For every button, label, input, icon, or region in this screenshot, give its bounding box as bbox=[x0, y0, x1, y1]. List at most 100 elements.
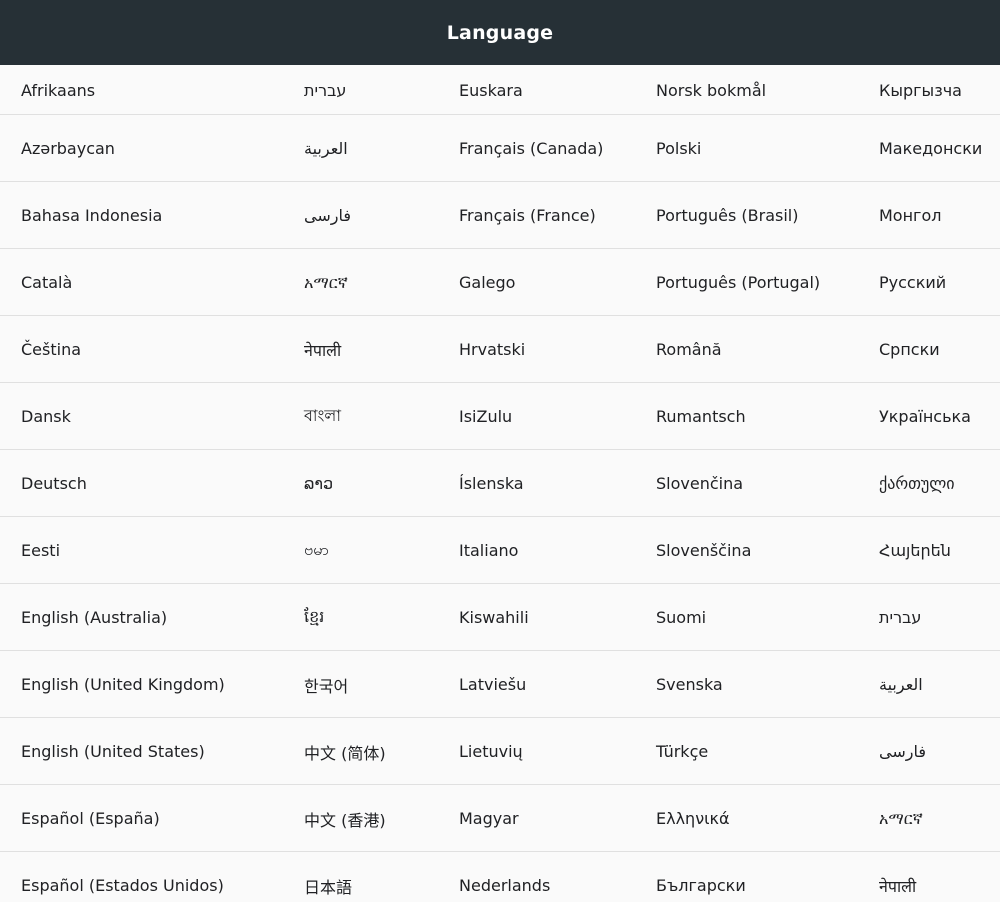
language-option[interactable]: Български bbox=[631, 852, 855, 902]
language-option[interactable]: Lietuvių bbox=[450, 718, 631, 785]
language-label: Српски bbox=[879, 340, 940, 359]
language-option[interactable]: Français (France) bbox=[450, 182, 631, 249]
language-row: Eesti ဗမာ Italiano Slovenščina Հայերեն bbox=[0, 517, 1000, 584]
language-label: עברית bbox=[304, 80, 347, 100]
language-label: العربية bbox=[304, 139, 348, 158]
language-option[interactable]: Русский bbox=[855, 249, 1000, 316]
language-option[interactable]: ქართული bbox=[855, 450, 1000, 517]
language-label: አማርኛ bbox=[304, 272, 348, 292]
language-option[interactable]: English (United Kingdom) bbox=[0, 651, 296, 718]
language-option[interactable]: Deutsch bbox=[0, 450, 296, 517]
language-option[interactable]: नेपाली bbox=[855, 852, 1000, 902]
language-option[interactable]: IsiZulu bbox=[450, 383, 631, 450]
language-option[interactable]: Español (España) bbox=[0, 785, 296, 852]
language-option[interactable]: Slovenčina bbox=[631, 450, 855, 517]
language-label: Rumantsch bbox=[656, 407, 746, 426]
language-option[interactable]: فارسی bbox=[855, 718, 1000, 785]
language-label: Português (Brasil) bbox=[656, 206, 799, 225]
language-label: Español (Estados Unidos) bbox=[21, 876, 224, 895]
language-option[interactable]: አማርኛ bbox=[855, 785, 1000, 852]
language-option[interactable]: Кыргызча bbox=[855, 65, 1000, 115]
language-option[interactable]: Suomi bbox=[631, 584, 855, 651]
language-label: Suomi bbox=[656, 608, 707, 627]
language-option[interactable]: Español (Estados Unidos) bbox=[0, 852, 296, 902]
language-label: Euskara bbox=[459, 80, 523, 100]
language-option[interactable]: Eesti bbox=[0, 517, 296, 584]
language-option[interactable]: বাংলা bbox=[296, 383, 450, 450]
language-option[interactable]: Македонски bbox=[855, 115, 1000, 182]
language-label: ລາວ bbox=[304, 474, 334, 493]
language-option[interactable]: Čeština bbox=[0, 316, 296, 383]
language-label: Hrvatski bbox=[459, 340, 526, 359]
language-label: Svenska bbox=[656, 675, 723, 694]
language-option[interactable]: עברית bbox=[296, 65, 450, 115]
language-option[interactable]: ဗမာ bbox=[296, 517, 450, 584]
language-option[interactable]: አማርኛ bbox=[296, 249, 450, 316]
language-option[interactable]: Српски bbox=[855, 316, 1000, 383]
language-row: English (United Kingdom) 한국어 Latviešu Svens… bbox=[0, 651, 1000, 718]
language-option[interactable]: Latviešu bbox=[450, 651, 631, 718]
language-option[interactable]: ລາວ bbox=[296, 450, 450, 517]
language-label: አማርኛ bbox=[879, 808, 923, 828]
language-option[interactable]: Français (Canada) bbox=[450, 115, 631, 182]
language-label: Dansk bbox=[21, 407, 71, 426]
language-option[interactable]: Norsk bokmål bbox=[631, 65, 855, 115]
language-row: Bahasa Indonesia فارسی Français (France) Po… bbox=[0, 182, 1000, 249]
language-option[interactable]: Kiswahili bbox=[450, 584, 631, 651]
language-option[interactable]: Bahasa Indonesia bbox=[0, 182, 296, 249]
language-label: Türkçe bbox=[656, 742, 709, 761]
language-option[interactable]: Հայերեն bbox=[855, 517, 1000, 584]
language-label: नेपाली bbox=[879, 876, 917, 896]
language-option[interactable]: Svenska bbox=[631, 651, 855, 718]
language-label: Slovenčina bbox=[656, 474, 744, 493]
language-option[interactable]: Galego bbox=[450, 249, 631, 316]
language-option[interactable]: Українська bbox=[855, 383, 1000, 450]
language-option[interactable]: English (United States) bbox=[0, 718, 296, 785]
language-label: ខ្មែរ bbox=[304, 606, 325, 626]
language-option[interactable]: Hrvatski bbox=[450, 316, 631, 383]
language-option[interactable]: Polski bbox=[631, 115, 855, 182]
language-option[interactable]: Íslenska bbox=[450, 450, 631, 517]
language-option[interactable]: नेपाली bbox=[296, 316, 450, 383]
language-option[interactable]: Nederlands bbox=[450, 852, 631, 902]
language-option[interactable]: English (Australia) bbox=[0, 584, 296, 651]
language-label: Polski bbox=[656, 139, 702, 158]
language-option[interactable]: Azərbaycan bbox=[0, 115, 296, 182]
language-option[interactable]: Afrikaans bbox=[0, 65, 296, 115]
language-option[interactable]: Português (Portugal) bbox=[631, 249, 855, 316]
language-label: فارسی bbox=[879, 742, 926, 761]
language-row: Afrikaans עברית Euskara Norsk bokmål Кыргызч… bbox=[0, 65, 1000, 115]
language-label: বাংলা bbox=[304, 406, 341, 425]
language-grid: Afrikaans עברית Euskara Norsk bokmål Кыргызч… bbox=[0, 65, 1000, 902]
language-option[interactable]: ខ្មែរ bbox=[296, 584, 450, 651]
language-label: Afrikaans bbox=[21, 80, 96, 100]
language-option[interactable]: 中文 (简体) bbox=[296, 718, 450, 785]
language-option[interactable]: Türkçe bbox=[631, 718, 855, 785]
language-option[interactable]: Magyar bbox=[450, 785, 631, 852]
language-row: Español (Estados Unidos) 日本語 Nederlands Бъл… bbox=[0, 852, 1000, 902]
language-label: Français (France) bbox=[459, 206, 596, 225]
language-option[interactable]: Euskara bbox=[450, 65, 631, 115]
language-option[interactable]: فارسی bbox=[296, 182, 450, 249]
language-option[interactable]: 日本語 bbox=[296, 852, 450, 902]
language-option[interactable]: Rumantsch bbox=[631, 383, 855, 450]
language-row: Čeština नेपाली Hrvatski Română Српски bbox=[0, 316, 1000, 383]
language-label: Norsk bokmål bbox=[656, 80, 767, 100]
language-option[interactable]: Português (Brasil) bbox=[631, 182, 855, 249]
language-option[interactable]: Română bbox=[631, 316, 855, 383]
language-label: Català bbox=[21, 273, 73, 292]
language-option[interactable]: Català bbox=[0, 249, 296, 316]
language-option[interactable]: Slovenščina bbox=[631, 517, 855, 584]
language-option[interactable]: Ελληνικά bbox=[631, 785, 855, 852]
language-label: Deutsch bbox=[21, 474, 87, 493]
language-option[interactable]: العربية bbox=[855, 651, 1000, 718]
language-option[interactable]: Dansk bbox=[0, 383, 296, 450]
language-option[interactable]: Italiano bbox=[450, 517, 631, 584]
page-title: Language bbox=[446, 21, 554, 44]
language-option[interactable]: العربية bbox=[296, 115, 450, 182]
language-row: Español (España) 中文 (香港) Magyar Ελληνικά አማር… bbox=[0, 785, 1000, 852]
language-option[interactable]: 한국어 bbox=[296, 651, 450, 718]
language-option[interactable]: Монгол bbox=[855, 182, 1000, 249]
language-option[interactable]: 中文 (香港) bbox=[296, 785, 450, 852]
language-option[interactable]: עברית bbox=[855, 584, 1000, 651]
